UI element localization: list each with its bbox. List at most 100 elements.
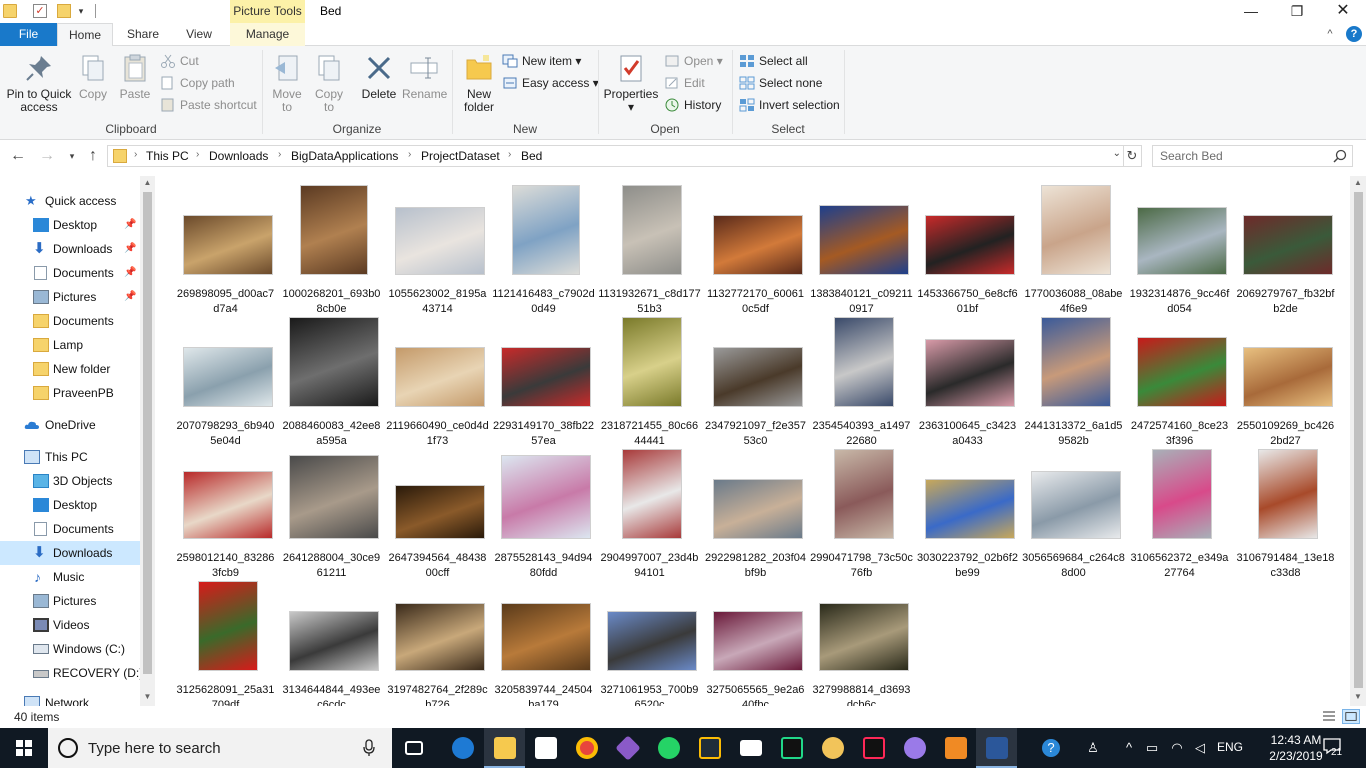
file-item[interactable]: 3279988814_d3693dcb6c [810, 579, 913, 706]
breadcrumb-bed[interactable]: Bed [521, 149, 542, 163]
maximize-button[interactable]: ❐ [1274, 0, 1320, 23]
file-item[interactable]: 3271061953_700b96520c [598, 579, 701, 706]
file-item[interactable]: 2347921097_f2e35753c0 [704, 315, 807, 448]
file-item[interactable]: 1121416483_c7902d0d49 [492, 183, 595, 316]
image-thumbnail[interactable] [818, 205, 909, 275]
image-thumbnail[interactable] [924, 479, 1015, 539]
paste-button[interactable]: Paste [116, 52, 154, 101]
sidebar-item-quick-access[interactable]: ★ Quick access [0, 189, 140, 213]
chevron-down-icon[interactable]: ▼ [1350, 690, 1366, 704]
pin-to-quick-access-button[interactable]: Pin to Quick access [4, 52, 74, 114]
chevron-right-icon[interactable]: › [278, 149, 281, 160]
image-thumbnail[interactable] [500, 603, 591, 671]
sidebar-item-onedrive[interactable]: OneDrive [0, 413, 140, 437]
sidebar-item-new-folder[interactable]: New folder [0, 357, 140, 381]
image-thumbnail[interactable] [712, 347, 803, 407]
image-thumbnail[interactable] [606, 611, 697, 671]
task-view-button[interactable] [395, 728, 436, 768]
image-thumbnail[interactable] [712, 479, 803, 539]
sidebar-item-this-pc[interactable]: This PC [0, 445, 140, 469]
file-item[interactable]: 2641288004_30ce961211 [280, 447, 383, 580]
select-all-button[interactable]: Select all [739, 51, 808, 71]
image-thumbnail[interactable] [394, 603, 485, 671]
taskbar-word[interactable] [976, 728, 1017, 768]
close-button[interactable]: ✕ [1320, 0, 1366, 23]
copy-button[interactable]: Copy [76, 52, 110, 101]
tab-home[interactable]: Home [57, 23, 113, 47]
image-thumbnail[interactable] [182, 471, 273, 539]
file-item[interactable]: 3197482764_2f289cb726 [386, 579, 489, 706]
breadcrumb-bigdataapplications[interactable]: BigDataApplications [291, 149, 398, 163]
properties-icon[interactable]: ✓ [33, 4, 47, 18]
file-item[interactable]: 3030223792_02b6f2be99 [916, 447, 1019, 580]
image-thumbnail[interactable] [394, 347, 485, 407]
taskbar-pycharm[interactable] [771, 728, 812, 768]
file-item[interactable]: 3106791484_13e18c33d8 [1234, 447, 1337, 580]
chevron-down-icon[interactable]: ⌄ [1113, 148, 1121, 159]
cut-button[interactable]: Cut [160, 51, 199, 71]
file-item[interactable]: 3106562372_e349a27764 [1128, 447, 1231, 580]
taskbar-edge[interactable] [442, 728, 483, 768]
scrollbar-thumb[interactable] [1354, 192, 1363, 688]
windows-start-icon[interactable] [0, 728, 48, 768]
search-box[interactable] [1152, 145, 1353, 167]
image-thumbnail[interactable] [621, 317, 682, 407]
taskbar-app[interactable] [894, 728, 935, 768]
file-item[interactable]: 3056569684_c264c88d00 [1022, 447, 1125, 580]
image-thumbnail[interactable] [1136, 207, 1227, 275]
folder-icon[interactable] [3, 4, 17, 18]
tab-view[interactable]: View [171, 23, 227, 46]
sidebar-item-documents-folder[interactable]: Documents [0, 309, 140, 333]
copy-to-button[interactable]: Copy to [310, 52, 348, 114]
sidebar-item-downloads[interactable]: ⬇ Downloads 📌 [0, 237, 140, 261]
file-item[interactable]: 2550109269_bc4262bd27 [1234, 315, 1337, 448]
forward-arrow-icon[interactable]: → [37, 146, 57, 166]
taskbar-vlc[interactable] [935, 728, 976, 768]
open-button[interactable]: Open ▾ [664, 51, 723, 71]
action-center[interactable]: 21 [1322, 737, 1346, 759]
image-thumbnail[interactable] [621, 449, 682, 539]
file-item[interactable]: 1055623002_8195a43714 [386, 183, 489, 316]
image-thumbnail[interactable] [621, 185, 682, 275]
details-view-icon[interactable] [1320, 709, 1338, 724]
scrollbar-thumb[interactable] [143, 192, 152, 674]
breadcrumb-projectdataset[interactable]: ProjectDataset [421, 149, 500, 163]
move-to-button[interactable]: Move to [268, 52, 306, 114]
taskbar-store[interactable] [525, 728, 566, 768]
image-thumbnail[interactable] [1242, 215, 1333, 275]
chevron-right-icon[interactable]: › [134, 149, 137, 160]
search-input[interactable] [1153, 146, 1328, 166]
file-item[interactable]: 1000268201_693b08cb0e [280, 183, 383, 316]
file-item[interactable]: 2472574160_8ce233f396 [1128, 315, 1231, 448]
sidebar-item-documents[interactable]: Documents 📌 [0, 261, 140, 285]
file-item[interactable]: 2875528143_94d9480fdd [492, 447, 595, 580]
large-icons-view-icon[interactable] [1342, 709, 1360, 724]
select-none-button[interactable]: Select none [739, 73, 822, 93]
sidebar-item-pictures[interactable]: Pictures 📌 [0, 285, 140, 309]
back-arrow-icon[interactable]: ← [8, 146, 28, 166]
help-icon[interactable]: ? [1042, 739, 1060, 757]
image-thumbnail[interactable] [818, 603, 909, 671]
paste-shortcut-button[interactable]: Paste shortcut [160, 95, 257, 115]
sidebar-item-windows-c[interactable]: Windows (C:) [0, 637, 140, 661]
copy-path-button[interactable]: Copy path [160, 73, 235, 93]
file-item[interactable]: 1770036088_08abe4f6e9 [1022, 183, 1125, 316]
image-thumbnail[interactable] [924, 339, 1015, 407]
sidebar-item-pc-downloads[interactable]: ⬇ Downloads [0, 541, 140, 565]
content-scrollbar[interactable]: ▲ ▼ [1350, 176, 1366, 706]
image-thumbnail[interactable] [833, 317, 894, 407]
clock[interactable]: 12:43 AM 2/23/2019 [1266, 732, 1326, 764]
microphone-icon[interactable] [363, 739, 375, 757]
taskbar-paint[interactable] [812, 728, 853, 768]
image-thumbnail[interactable] [1040, 185, 1111, 275]
people-icon[interactable]: ♙ [1084, 739, 1102, 757]
file-item[interactable]: 1453366750_6e8cf601bf [916, 183, 1019, 316]
tab-share[interactable]: Share [115, 23, 171, 46]
taskbar-mail[interactable] [730, 728, 771, 768]
file-item[interactable]: 1383840121_c092110917 [810, 183, 913, 316]
chevron-down-icon[interactable]: ▾ [62, 146, 82, 166]
image-thumbnail[interactable] [288, 455, 379, 539]
image-thumbnail[interactable] [1040, 317, 1111, 407]
volume-icon[interactable]: ◁ [1191, 739, 1209, 757]
tab-file[interactable]: File [0, 23, 57, 46]
